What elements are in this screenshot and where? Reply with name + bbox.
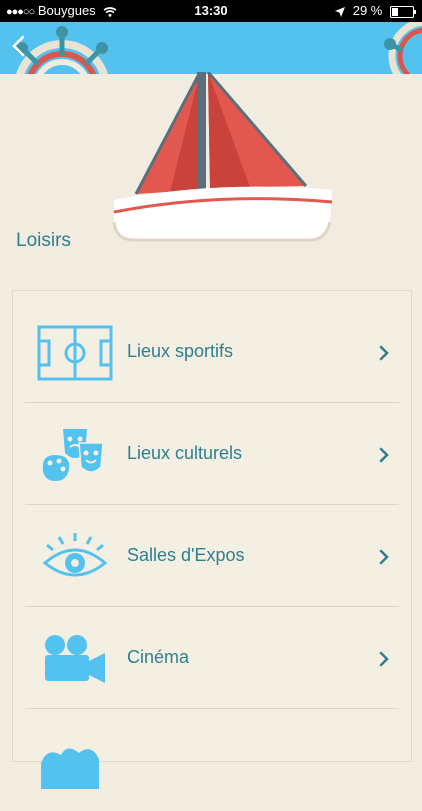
back-chevron-icon[interactable] (8, 34, 30, 58)
status-bar: ●●●○○ Bouygues 13:30 29 % (0, 0, 422, 22)
movie-camera-icon (45, 635, 105, 683)
partial-icon (41, 748, 99, 789)
eye-icon (42, 533, 108, 577)
list-item-cinema[interactable]: Cinéma (25, 607, 399, 709)
list-item-lieux-culturels[interactable]: Lieux culturels (25, 403, 399, 505)
category-list: Lieux sportifs Lieux culturels Salles d'… (12, 290, 412, 789)
list-item-lieux-sportifs[interactable]: Lieux sportifs (25, 301, 399, 403)
chevron-right-icon (379, 345, 389, 361)
battery-icon (390, 5, 416, 18)
list-item-label: Salles d'Expos (127, 545, 245, 565)
location-arrow-icon (335, 6, 346, 17)
chevron-right-icon (379, 549, 389, 565)
chevron-right-icon (379, 447, 389, 463)
section-title: Loisirs (16, 230, 71, 251)
sports-field-icon (37, 325, 113, 381)
ship-wheel-right-icon (384, 22, 422, 74)
chevron-right-icon (379, 651, 389, 667)
sailboat-illustration (112, 72, 333, 242)
list-item-label: Lieux sportifs (127, 341, 234, 361)
navigation-bar (0, 22, 422, 74)
theater-masks-palette-icon (42, 429, 104, 481)
list-item-label: Cinéma (127, 647, 190, 667)
battery-percent: 29 % (352, 3, 383, 18)
status-right: 29 % (335, 3, 416, 18)
list-item-salles-expos[interactable]: Salles d'Expos (25, 505, 399, 607)
list-item-partial[interactable] (25, 709, 399, 811)
list-item-label: Lieux culturels (127, 443, 243, 463)
